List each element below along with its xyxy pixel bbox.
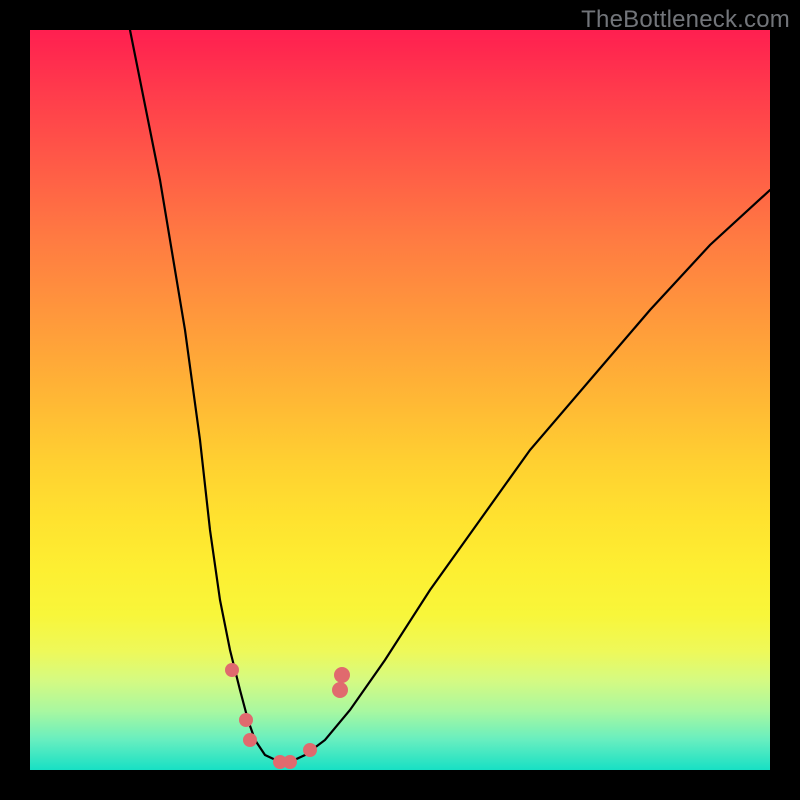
dot-left-lower-a xyxy=(239,713,253,727)
watermark-text: TheBottleneck.com xyxy=(581,6,790,34)
dot-right-upper-b xyxy=(334,667,350,683)
marker-dots xyxy=(225,663,350,769)
bottleneck-curve xyxy=(130,30,770,762)
dot-left-lower-b xyxy=(243,733,257,747)
dot-right-a xyxy=(303,743,317,757)
chart-svg xyxy=(30,30,770,770)
dot-bottom-mid-b xyxy=(283,755,297,769)
plot-area xyxy=(30,30,770,770)
dot-left-upper xyxy=(225,663,239,677)
chart-frame: TheBottleneck.com xyxy=(0,0,800,800)
dot-right-upper-a xyxy=(332,682,348,698)
